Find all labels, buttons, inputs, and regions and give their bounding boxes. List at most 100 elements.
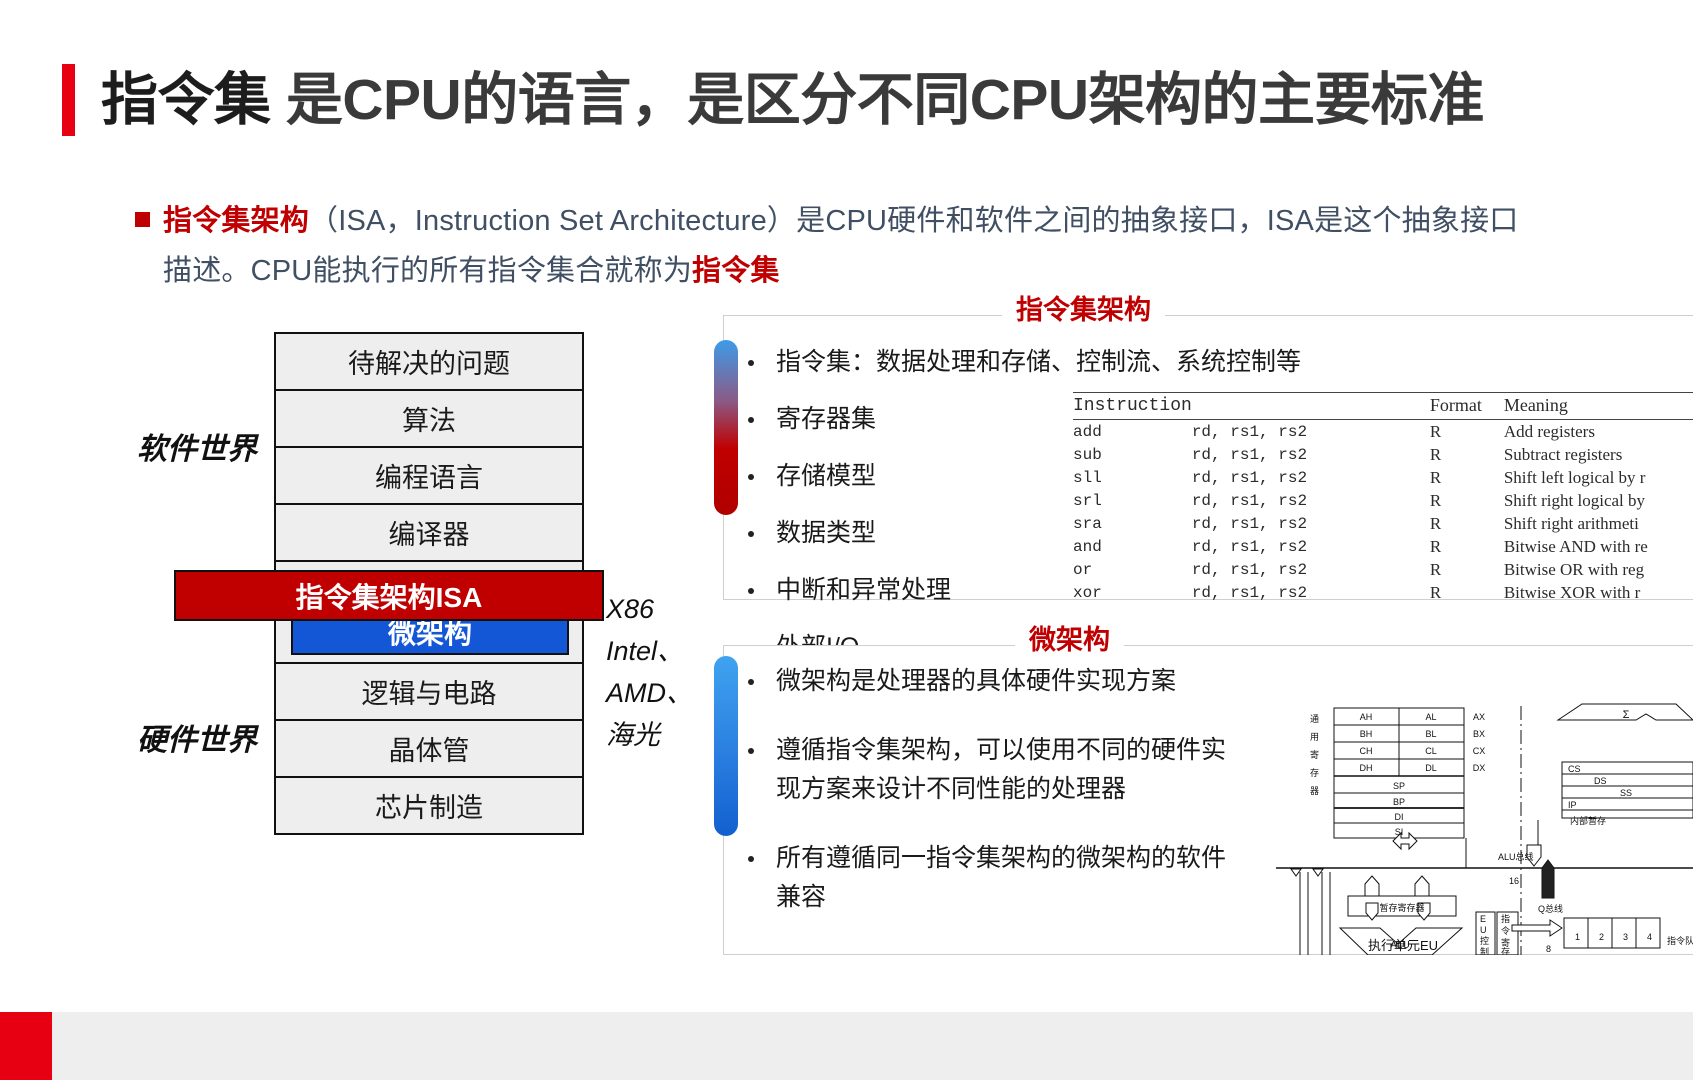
label-eu-ctrl-1: E: [1480, 914, 1486, 924]
instruction-table: Instruction Format Meaning add rd, rs1, …: [1073, 392, 1693, 604]
cpu-block-diagram: AH AL AX BH BL BX CH CL CX DH DL DX SP B…: [1276, 700, 1693, 955]
reg-CS: CS: [1568, 764, 1581, 774]
label-q-bus-width: 8: [1546, 944, 1551, 954]
cell-mnemonic: xor: [1073, 583, 1102, 602]
cell-mnemonic: srl: [1073, 491, 1102, 510]
col-header-meaning: Meaning: [1503, 392, 1693, 420]
label-internal-temp: 内部暂存: [1570, 815, 1606, 826]
cell-format: R: [1429, 559, 1442, 579]
reg-BP: BP: [1393, 797, 1405, 807]
intro-paragraph: 指令集架构（ISA，Instruction Set Architecture）是…: [135, 196, 1693, 296]
bullet-dot-icon: [748, 679, 754, 685]
label-software-world: 软件世界: [137, 433, 257, 466]
bullet-dot-icon: [748, 474, 754, 480]
table-row: and rd, rs1, rs2 R Bitwise AND with re: [1073, 535, 1693, 558]
cell-format: R: [1429, 467, 1442, 487]
cell-operands: rd, rs1, rs2: [1191, 560, 1308, 579]
reg-CH: CH: [1360, 746, 1373, 756]
queue-slot-1: 1: [1575, 932, 1580, 942]
isa-bullet-3: 数据类型: [776, 519, 877, 547]
table-row: xor rd, rs1, rs2 R Bitwise XOR with r: [1073, 581, 1693, 604]
reg-AX: AX: [1473, 712, 1485, 722]
intro-paragraph-line-2: 描述。CPU能执行的所有指令集合就称为指令集: [163, 246, 1693, 296]
reg-BH: BH: [1360, 729, 1373, 739]
label-eu-ctrl-4: 制: [1480, 946, 1489, 955]
table-row: add rd, rs1, rs2 R Add registers: [1073, 420, 1693, 444]
queue-slot-4: 4: [1647, 932, 1652, 942]
label-gpr-4: 存: [1310, 767, 1319, 778]
brand-examples: X86 Intel、 AMD、 海光: [606, 588, 693, 756]
queue-slot-3: 3: [1623, 932, 1628, 942]
isa-bullet-4: 中断和异常处理: [776, 576, 952, 604]
cell-operands: rd, rs1, rs2: [1191, 514, 1308, 533]
brand-amd: AMD、: [606, 678, 693, 708]
isa-card-title: 指令集架构: [1002, 288, 1165, 327]
reg-BX: BX: [1473, 729, 1485, 739]
cell-meaning: Bitwise OR with reg: [1503, 559, 1645, 579]
bullet-dot-icon: [748, 417, 754, 423]
cell-meaning: Bitwise XOR with r: [1503, 582, 1641, 602]
cell-format: R: [1429, 513, 1442, 533]
cell-format: R: [1429, 582, 1442, 602]
title-segment-1: 指令集: [101, 67, 286, 132]
label-q-bus: Q总线: [1538, 903, 1563, 914]
label-gpr-3: 寄: [1310, 749, 1319, 760]
label-instruction-queue: 指令队列: [1667, 935, 1693, 946]
isa-bullet-0: 指令集：数据处理和存储、控制流、系统控制等: [776, 348, 1302, 376]
reg-SS: SS: [1620, 788, 1632, 798]
adder-sigma: Σ: [1623, 709, 1630, 721]
table-row: or rd, rs1, rs2 R Bitwise OR with reg: [1073, 558, 1693, 581]
intro-line2-highlight: 指令集: [692, 255, 780, 287]
cell-meaning: Shift right arithmeti: [1503, 513, 1639, 533]
bullet-dot-icon: [748, 531, 754, 537]
title-text: 指令集 是CPU的语言，是区分不同CPU架构的主要标准: [101, 71, 1485, 129]
cell-meaning: Add registers: [1503, 421, 1595, 441]
architecture-stack: 待解决的问题 算法 编程语言 编译器 处理器系统实现 微架构 逻辑与电路 晶体管…: [174, 332, 604, 835]
intro-line2-text: 描述。CPU能执行的所有指令集合就称为: [163, 255, 693, 287]
brand-x86: X86: [606, 594, 655, 624]
col-header-format: Format: [1429, 392, 1504, 420]
micro-bullet-2: 所有遵循同一指令集架构的微架构的软件兼容: [776, 844, 1227, 911]
bullet-dot-icon: [748, 588, 754, 594]
reg-DX: DX: [1473, 763, 1486, 773]
stack-layer-language: 编程语言: [274, 446, 584, 505]
cell-operands: rd, rs1, rs2: [1191, 422, 1308, 441]
cell-format: R: [1429, 421, 1442, 441]
label-gpr-5: 器: [1310, 786, 1319, 796]
bullet-dot-icon: [748, 748, 754, 754]
reg-DL: DL: [1425, 763, 1437, 773]
label-eu-ctrl-3: 控: [1480, 935, 1489, 946]
isa-bullet-1: 寄存器集: [776, 405, 877, 433]
stack-layer-chip-fab: 芯片制造: [274, 776, 584, 835]
title-accent-bar: [62, 64, 75, 136]
page-title: 指令集 是CPU的语言，是区分不同CPU架构的主要标准: [62, 62, 1485, 138]
isa-bullet-2: 存储模型: [776, 462, 877, 490]
col-header-operands: [1191, 392, 1430, 420]
list-item: 微架构是处理器的具体硬件实现方案: [748, 662, 1248, 701]
intro-line1-rest: （ISA，Instruction Set Architecture）是CPU硬件…: [309, 205, 1519, 237]
microarchitecture-accent-pill: [714, 656, 738, 836]
label-gpr-2: 用: [1310, 732, 1319, 742]
cell-mnemonic: or: [1073, 560, 1093, 579]
reg-BL: BL: [1425, 729, 1436, 739]
isa-card-accent-pill: [714, 340, 738, 515]
list-item: 所有遵循同一指令集架构的微架构的软件兼容: [748, 839, 1248, 917]
reg-DS: DS: [1594, 776, 1607, 786]
cell-operands: rd, rs1, rs2: [1191, 583, 1308, 602]
table-header-row: Instruction Format Meaning: [1073, 392, 1693, 420]
brand-intel: Intel、: [606, 636, 685, 666]
label-ir-2: 令: [1501, 925, 1510, 936]
label-ir-1: 指: [1501, 913, 1510, 924]
cell-operands: rd, rs1, rs2: [1191, 445, 1308, 464]
cell-format: R: [1429, 490, 1442, 510]
list-item: 指令集：数据处理和存储、控制流、系统控制等: [748, 343, 1301, 382]
intro-paragraph-line-1: 指令集架构（ISA，Instruction Set Architecture）是…: [135, 196, 1693, 246]
reg-CL: CL: [1425, 746, 1437, 756]
reg-DH: DH: [1360, 763, 1373, 773]
stack-layer-logic-circuit: 逻辑与电路: [274, 662, 584, 721]
cell-meaning: Shift right logical by: [1503, 490, 1646, 510]
label-gpr-1: 通: [1310, 714, 1319, 724]
cell-mnemonic: sra: [1073, 514, 1102, 533]
cell-format: R: [1429, 536, 1442, 556]
reg-SI: SI: [1395, 827, 1404, 837]
